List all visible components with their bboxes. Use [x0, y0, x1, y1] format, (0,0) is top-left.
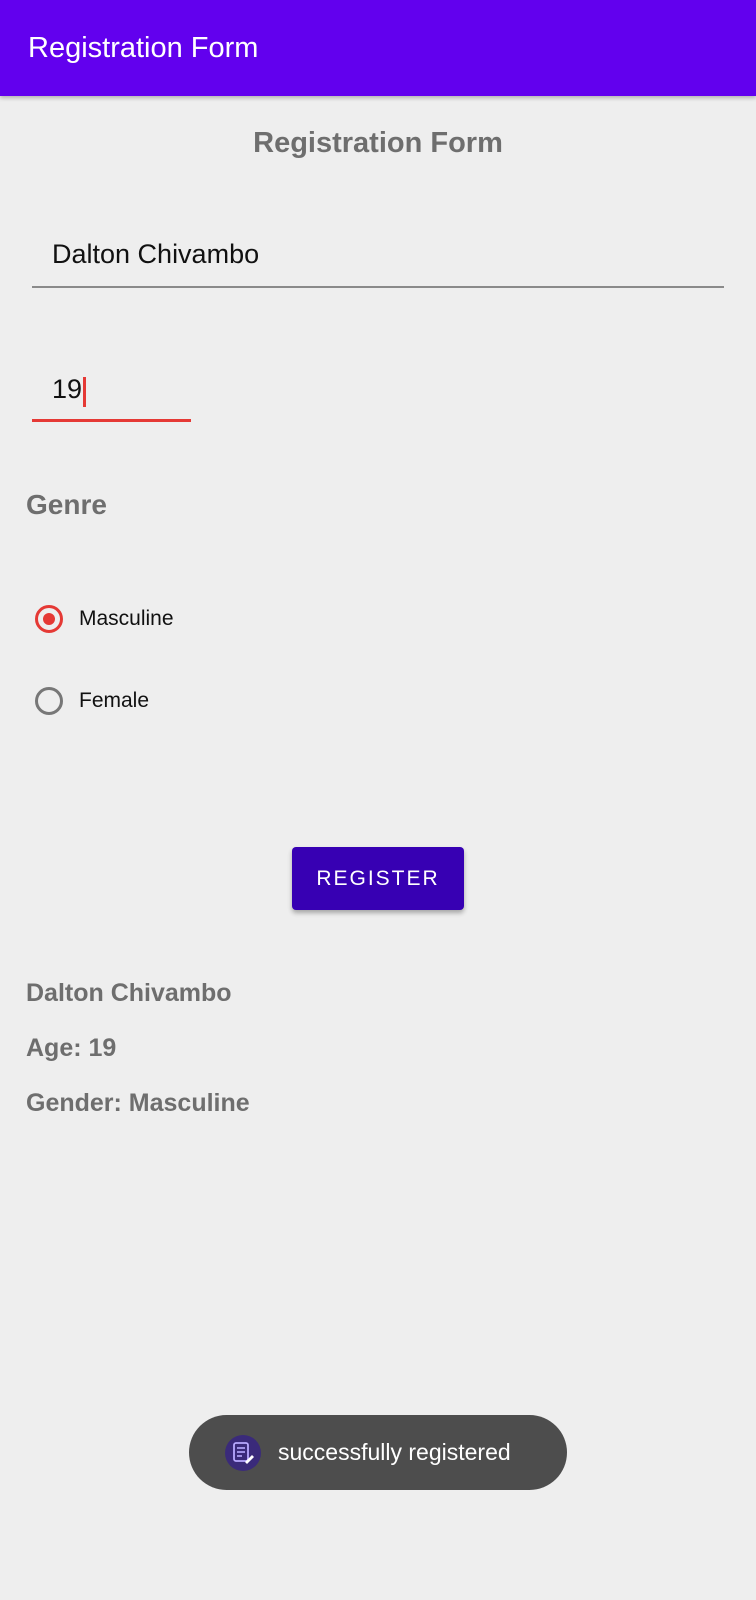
name-input[interactable]	[32, 234, 724, 274]
radio-checked-icon[interactable]	[35, 605, 63, 633]
radio-masculine[interactable]: Masculine	[35, 601, 174, 637]
form-heading: Registration Form	[253, 127, 503, 159]
app-form-icon	[225, 1434, 261, 1471]
result-name: Dalton Chivambo	[26, 979, 232, 1007]
radio-masculine-label: Masculine	[79, 607, 174, 630]
toast-message: successfully registered	[278, 1439, 511, 1465]
result-gender: Gender: Masculine	[26, 1089, 250, 1117]
register-button[interactable]: REGISTER	[292, 847, 464, 910]
radio-female[interactable]: Female	[35, 683, 149, 719]
name-field[interactable]	[32, 234, 724, 288]
toast: successfully registered	[189, 1415, 567, 1490]
radio-unchecked-icon[interactable]	[35, 687, 63, 715]
result-age: Age: 19	[26, 1034, 117, 1062]
age-input[interactable]	[32, 369, 191, 409]
radio-female-label: Female	[79, 689, 150, 712]
gender-section-label: Genre	[26, 489, 107, 520]
app-bar-title: Registration Form	[28, 32, 259, 64]
age-field-underline	[32, 419, 191, 422]
name-field-underline	[32, 286, 724, 288]
age-field[interactable]	[32, 369, 191, 422]
text-cursor	[83, 377, 86, 407]
app-bar: Registration Form	[0, 0, 756, 96]
